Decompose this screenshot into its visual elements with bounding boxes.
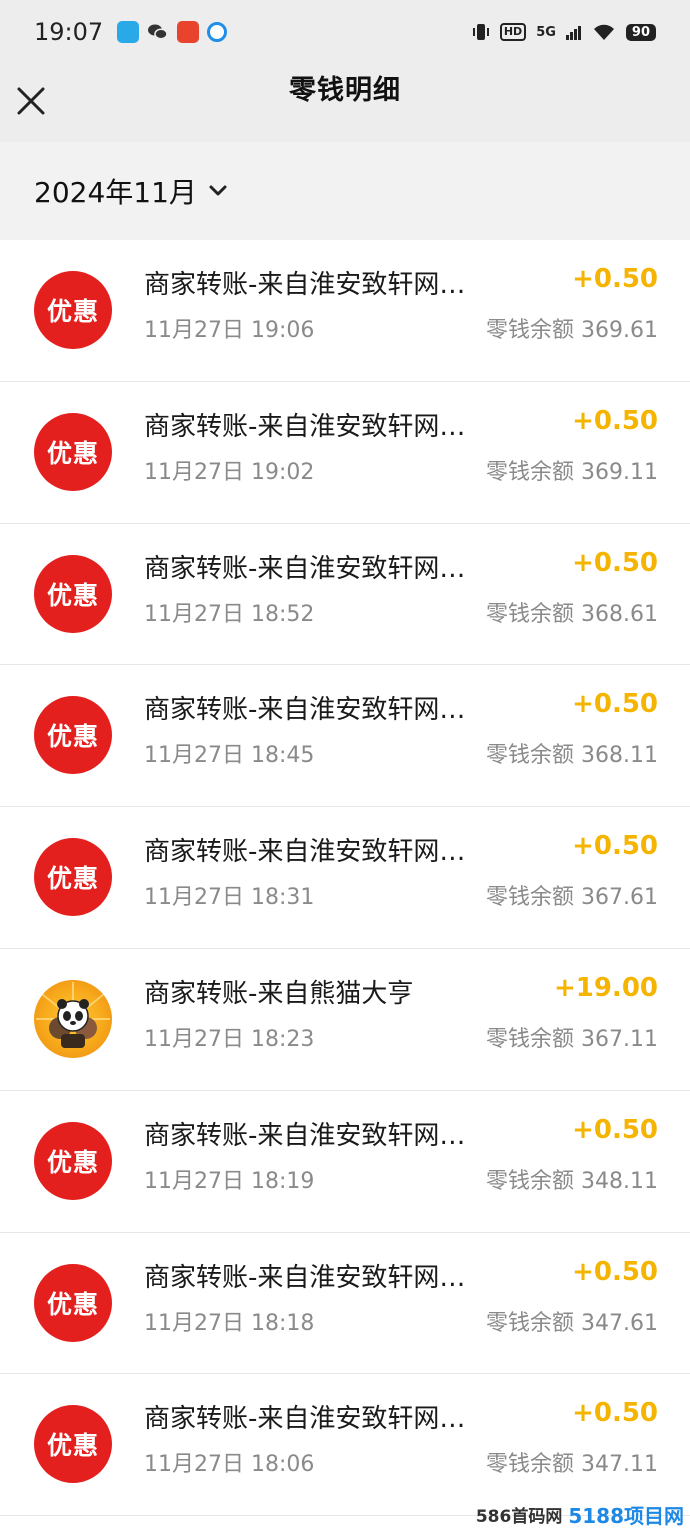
transaction-row[interactable]: 优惠 商家转账-来自淮安致轩网… 11月27日 18:31 +0.50 零钱余额… <box>0 807 690 949</box>
transaction-title: 商家转账-来自淮安致轩网… <box>144 695 466 726</box>
transaction-balance: 零钱余额 348.11 <box>486 1168 658 1194</box>
transaction-balance: 零钱余额 368.11 <box>486 743 658 769</box>
transaction-row[interactable]: 商家转账-来自熊猫大亨 11月27日 18:23 +19.00 零钱余额 367… <box>0 948 690 1091</box>
wechat-icon <box>147 21 169 43</box>
transaction-row[interactable]: 优惠 商家转账-来自淮安致轩网… 11月27日 18:45 +0.50 零钱余额… <box>0 665 690 808</box>
transaction-balance: 零钱余额 367.11 <box>486 1026 658 1052</box>
month-label: 2024年11月 <box>34 176 197 209</box>
transaction-row[interactable]: 优惠 商家转账-来自淮安致轩网… 11月27日 18:06 +0.50 零钱余额… <box>0 1374 690 1517</box>
hd-badge: HD <box>499 23 527 41</box>
page-title: 零钱明细 <box>289 75 401 106</box>
transaction-date: 11月27日 18:19 <box>144 1168 315 1194</box>
transaction-date: 11月27日 19:02 <box>144 459 315 485</box>
browser-app-icon <box>207 22 228 42</box>
transaction-title: 商家转账-来自淮安致轩网… <box>144 411 466 442</box>
transaction-balance: 零钱余额 369.11 <box>486 459 658 485</box>
watermark: 586首码网 5188项目网 <box>476 1500 684 1529</box>
watermark-text: 586首码网 <box>475 1507 563 1527</box>
status-indicators: HD 5G 90 <box>472 22 656 42</box>
transaction-amount: +0.50 <box>572 1256 658 1287</box>
discount-avatar: 优惠 <box>34 412 112 491</box>
wifi-icon <box>593 24 614 40</box>
transaction-date: 11月27日 18:06 <box>144 1452 315 1478</box>
transaction-date: 11月27日 18:52 <box>144 601 315 627</box>
status-bar: 19:07 HD 5G 90 <box>0 0 690 64</box>
transaction-amount: +0.50 <box>572 264 658 294</box>
transaction-row[interactable]: 优惠 商家转账-来自淮安致轩网… 11月27日 18:52 +0.50 零钱余额… <box>0 523 690 666</box>
transaction-amount: +0.50 <box>572 547 658 578</box>
transaction-title: 商家转账-来自淮安致轩网… <box>144 553 466 584</box>
transaction-title: 商家转账-来自淮安致轩网… <box>144 1404 466 1435</box>
vibrate-icon <box>472 24 489 40</box>
panda-avatar-icon <box>34 979 112 1058</box>
discount-avatar: 优惠 <box>34 554 112 633</box>
discount-avatar: 优惠 <box>34 838 112 917</box>
discount-avatar: 优惠 <box>34 1263 112 1342</box>
discount-avatar: 优惠 <box>34 1121 112 1200</box>
status-time: 19:07 <box>34 18 104 46</box>
status-app-icons <box>117 21 228 43</box>
transaction-list: 优惠 商家转账-来自淮安致轩网… 11月27日 19:06 +0.50 零钱余额… <box>0 240 690 1517</box>
battery-indicator: 90 <box>625 23 656 41</box>
transaction-balance: 零钱余额 367.61 <box>486 885 658 911</box>
transaction-title: 商家转账-来自淮安致轩网… <box>144 837 466 868</box>
transaction-title: 商家转账-来自淮安致轩网… <box>144 270 466 300</box>
transaction-row[interactable]: 优惠 商家转账-来自淮安致轩网… 11月27日 18:19 +0.50 零钱余额… <box>0 1090 690 1233</box>
network-label: 5G <box>536 24 556 40</box>
transaction-title: 商家转账-来自熊猫大亨 <box>144 978 414 1009</box>
transaction-amount: +0.50 <box>572 831 658 862</box>
transaction-date: 11月27日 19:06 <box>144 318 315 343</box>
transaction-row[interactable]: 优惠 商家转账-来自淮安致轩网… 11月27日 18:18 +0.50 零钱余额… <box>0 1232 690 1375</box>
transaction-title: 商家转账-来自淮安致轩网… <box>144 1120 466 1151</box>
transaction-amount: +0.50 <box>572 1398 658 1429</box>
transaction-balance: 零钱余额 369.61 <box>486 318 658 343</box>
transaction-amount: +0.50 <box>572 1114 658 1145</box>
transaction-date: 11月27日 18:23 <box>144 1026 315 1052</box>
signal-icon <box>565 26 581 40</box>
transaction-balance: 零钱余额 347.61 <box>486 1310 658 1336</box>
chevron-down-icon <box>209 185 227 196</box>
transaction-balance: 零钱余额 368.61 <box>486 601 658 627</box>
transaction-date: 11月27日 18:45 <box>144 743 315 769</box>
discount-avatar: 优惠 <box>34 1405 112 1484</box>
discount-avatar: 优惠 <box>34 271 112 349</box>
transaction-date: 11月27日 18:31 <box>144 885 315 911</box>
transaction-row[interactable]: 优惠 商家转账-来自淮安致轩网… 11月27日 19:02 +0.50 零钱余额… <box>0 381 690 524</box>
watermark-logo: 5188项目网 <box>568 1504 684 1528</box>
transaction-balance: 零钱余额 347.11 <box>486 1452 658 1478</box>
transaction-amount: +0.50 <box>572 689 658 720</box>
transaction-row[interactable]: 优惠 商家转账-来自淮安致轩网… 11月27日 19:06 +0.50 零钱余额… <box>0 240 690 382</box>
red-packet-app-icon <box>177 21 200 43</box>
transaction-date: 11月27日 18:18 <box>144 1310 315 1336</box>
message-app-icon <box>117 21 140 43</box>
nav-bar: 零钱明细 <box>0 64 690 142</box>
transaction-amount: +19.00 <box>553 972 658 1003</box>
transaction-title: 商家转账-来自淮安致轩网… <box>144 1262 466 1293</box>
discount-avatar: 优惠 <box>34 696 112 775</box>
transaction-amount: +0.50 <box>572 405 658 436</box>
month-filter[interactable]: 2024年11月 <box>0 142 690 240</box>
